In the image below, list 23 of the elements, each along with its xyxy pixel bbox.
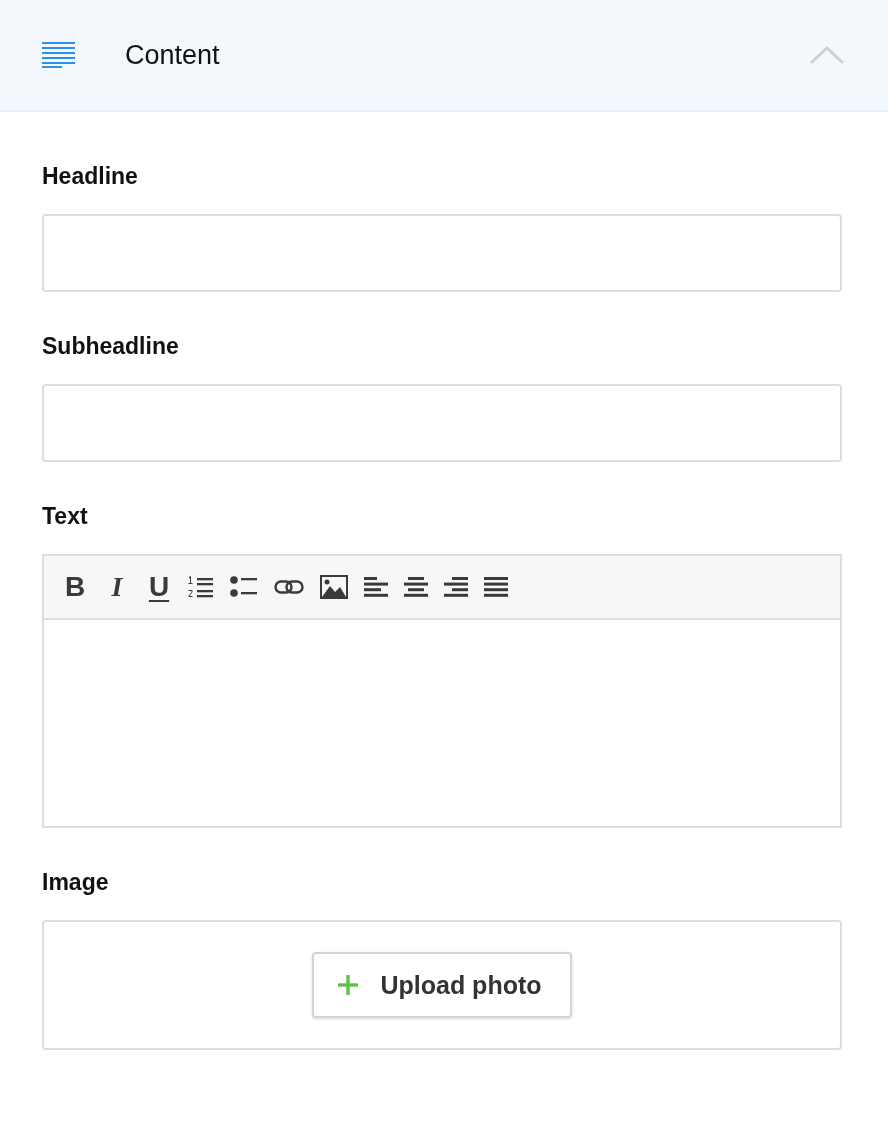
- italic-button[interactable]: I: [104, 571, 130, 603]
- upload-photo-button[interactable]: Upload photo: [312, 952, 572, 1018]
- input-field[interactable]: [42, 384, 842, 462]
- lines-icon: [42, 42, 75, 68]
- bold-button[interactable]: B: [62, 571, 88, 603]
- image-icon[interactable]: [320, 575, 348, 599]
- input-field[interactable]: [42, 214, 842, 292]
- panel-header[interactable]: Content: [0, 0, 888, 112]
- text-editor[interactable]: B I U: [42, 554, 842, 828]
- align-center-icon[interactable]: [404, 576, 428, 598]
- field-label: Subheadline: [42, 332, 180, 360]
- field-label: Image: [42, 868, 110, 896]
- numbered-list-icon[interactable]: [188, 575, 214, 599]
- justify-icon[interactable]: [484, 576, 508, 598]
- field-label: Text: [42, 502, 89, 530]
- panel-title: Content: [125, 39, 221, 71]
- align-left-icon[interactable]: [364, 576, 388, 598]
- align-right-icon[interactable]: [444, 576, 468, 598]
- link-icon[interactable]: [274, 580, 304, 594]
- plus-icon: [338, 975, 359, 995]
- bullet-list-icon[interactable]: [230, 575, 258, 599]
- field-label: Headline: [42, 162, 139, 190]
- underline-button[interactable]: U: [146, 571, 172, 603]
